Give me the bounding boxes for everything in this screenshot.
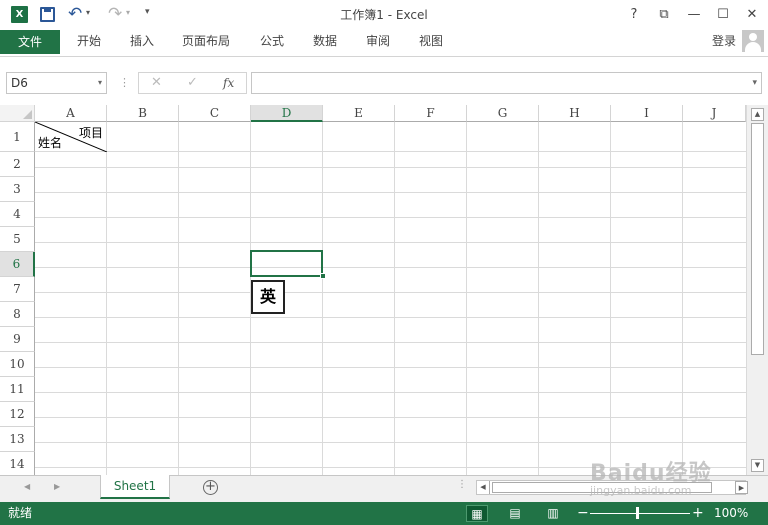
horizontal-scroll-thumb[interactable] (492, 482, 712, 493)
row-header-9[interactable]: 9 (0, 327, 35, 352)
formula-bar-area: D6 ▾ ⋮ ✕ ✓ fx ▾ (0, 57, 768, 105)
scroll-up-icon[interactable]: ▲ (751, 108, 764, 121)
row-header-10[interactable]: 10 (0, 352, 35, 377)
column-header-g[interactable]: G (467, 105, 539, 122)
zoom-level[interactable]: 100% (714, 502, 748, 525)
worksheet-grid: A B C D E F G H I J 1 2 3 4 5 6 7 8 9 10… (0, 105, 768, 475)
next-sheet-icon[interactable]: ▶ (54, 482, 60, 491)
close-button[interactable]: ✕ (742, 5, 762, 25)
page-layout-view-icon[interactable]: ▤ (504, 505, 526, 522)
tab-view[interactable]: 视图 (419, 30, 443, 54)
row-header-3[interactable]: 3 (0, 177, 35, 202)
row-header-8[interactable]: 8 (0, 302, 35, 327)
row-header-4[interactable]: 4 (0, 202, 35, 227)
chevron-down-icon[interactable]: ▾ (98, 73, 102, 93)
column-header-e[interactable]: E (323, 105, 395, 122)
user-avatar-icon[interactable] (742, 30, 764, 52)
name-box[interactable]: D6 ▾ (6, 72, 107, 94)
row-header-7[interactable]: 7 (0, 277, 35, 302)
row-header-1[interactable]: 1 (0, 122, 35, 152)
zoom-slider-thumb[interactable] (636, 507, 639, 519)
row-1-cells[interactable] (35, 122, 746, 152)
column-header-c[interactable]: C (179, 105, 251, 122)
add-sheet-icon[interactable]: + (203, 480, 218, 495)
column-header-d[interactable]: D (251, 105, 323, 122)
enter-icon[interactable]: ✓ (187, 73, 198, 93)
cell-area[interactable] (35, 122, 746, 475)
column-header-f[interactable]: F (395, 105, 467, 122)
column-header-a[interactable]: A (35, 105, 107, 122)
expand-formula-bar-icon[interactable]: ▾ (752, 73, 757, 93)
name-box-value: D6 (11, 76, 28, 90)
tab-file[interactable]: 文件 (0, 30, 60, 54)
tab-data[interactable]: 数据 (313, 30, 337, 54)
vertical-scrollbar[interactable]: ▲ ▼ (746, 105, 768, 475)
row-header-12[interactable]: 12 (0, 402, 35, 427)
previous-sheet-icon[interactable]: ◀ (24, 482, 30, 491)
row-header-14[interactable]: 14 (0, 452, 35, 475)
active-cell-d6[interactable] (250, 250, 323, 277)
sign-in-link[interactable]: 登录 (712, 30, 736, 54)
tab-split-handle-icon[interactable]: ⋮ (457, 479, 467, 490)
ribbon-tabs: 文件 开始 插入 页面布局 公式 数据 审阅 视图 登录 (0, 30, 768, 56)
maximize-button[interactable]: ☐ (713, 5, 733, 25)
row-header-5[interactable]: 5 (0, 227, 35, 252)
ribbon-display-options-button[interactable]: ⧉ (654, 5, 674, 25)
tab-insert[interactable]: 插入 (130, 30, 154, 54)
column-header-h[interactable]: H (539, 105, 611, 122)
formula-buttons: ✕ ✓ fx (138, 72, 247, 94)
title-bar: X ↶ ▾ ↷ ▾ ▾ 工作簿1 - Excel ? ⧉ — ☐ ✕ (0, 0, 768, 30)
row-header-2[interactable]: 2 (0, 152, 35, 177)
row-header-13[interactable]: 13 (0, 427, 35, 452)
horizontal-scrollbar[interactable]: ◀ ▶ (476, 480, 748, 495)
row-header-6[interactable]: 6 (0, 252, 35, 277)
normal-view-icon[interactable]: ▦ (466, 505, 488, 522)
vertical-scroll-thumb[interactable] (751, 123, 764, 355)
diagonal-header-cell[interactable]: 项目 姓名 (35, 122, 107, 152)
minimize-button[interactable]: — (684, 5, 704, 25)
zoom-out-button[interactable]: − (577, 502, 589, 524)
tab-home[interactable]: 开始 (77, 30, 101, 54)
column-header-b[interactable]: B (107, 105, 179, 122)
column-header-i[interactable]: I (611, 105, 683, 122)
fill-handle[interactable] (320, 273, 326, 279)
cancel-icon[interactable]: ✕ (151, 73, 162, 93)
header-cell-item-label: 项目 (78, 126, 103, 140)
zoom-slider[interactable] (590, 513, 690, 514)
sheet-tab-bar: ◀ ▶ Sheet1 + ⋮ ◀ ▶ (0, 475, 768, 502)
scroll-left-icon[interactable]: ◀ (477, 481, 490, 494)
help-button[interactable]: ? (624, 5, 644, 25)
scroll-right-icon[interactable]: ▶ (735, 481, 748, 494)
ime-mode-indicator: 英 (251, 280, 285, 314)
tab-formulas[interactable]: 公式 (260, 30, 284, 54)
status-bar: 就绪 ▦ ▤ ▥ − + 100% (0, 502, 768, 525)
column-header-j[interactable]: J (683, 105, 746, 122)
zoom-in-button[interactable]: + (692, 502, 704, 524)
scroll-down-icon[interactable]: ▼ (751, 459, 764, 472)
page-break-view-icon[interactable]: ▥ (542, 505, 564, 522)
resize-handle-icon[interactable]: ⋮ (119, 73, 130, 93)
tab-page-layout[interactable]: 页面布局 (182, 30, 230, 54)
window-title: 工作簿1 - Excel (340, 8, 428, 22)
status-ready-text: 就绪 (8, 506, 33, 520)
row-header-11[interactable]: 11 (0, 377, 35, 402)
tab-review[interactable]: 审阅 (366, 30, 390, 54)
tab-sheet1[interactable]: Sheet1 (100, 475, 170, 499)
insert-function-icon[interactable]: fx (223, 73, 234, 93)
select-all-button[interactable] (0, 105, 35, 122)
formula-input[interactable]: ▾ (251, 72, 762, 94)
header-cell-name-label: 姓名 (38, 136, 63, 150)
